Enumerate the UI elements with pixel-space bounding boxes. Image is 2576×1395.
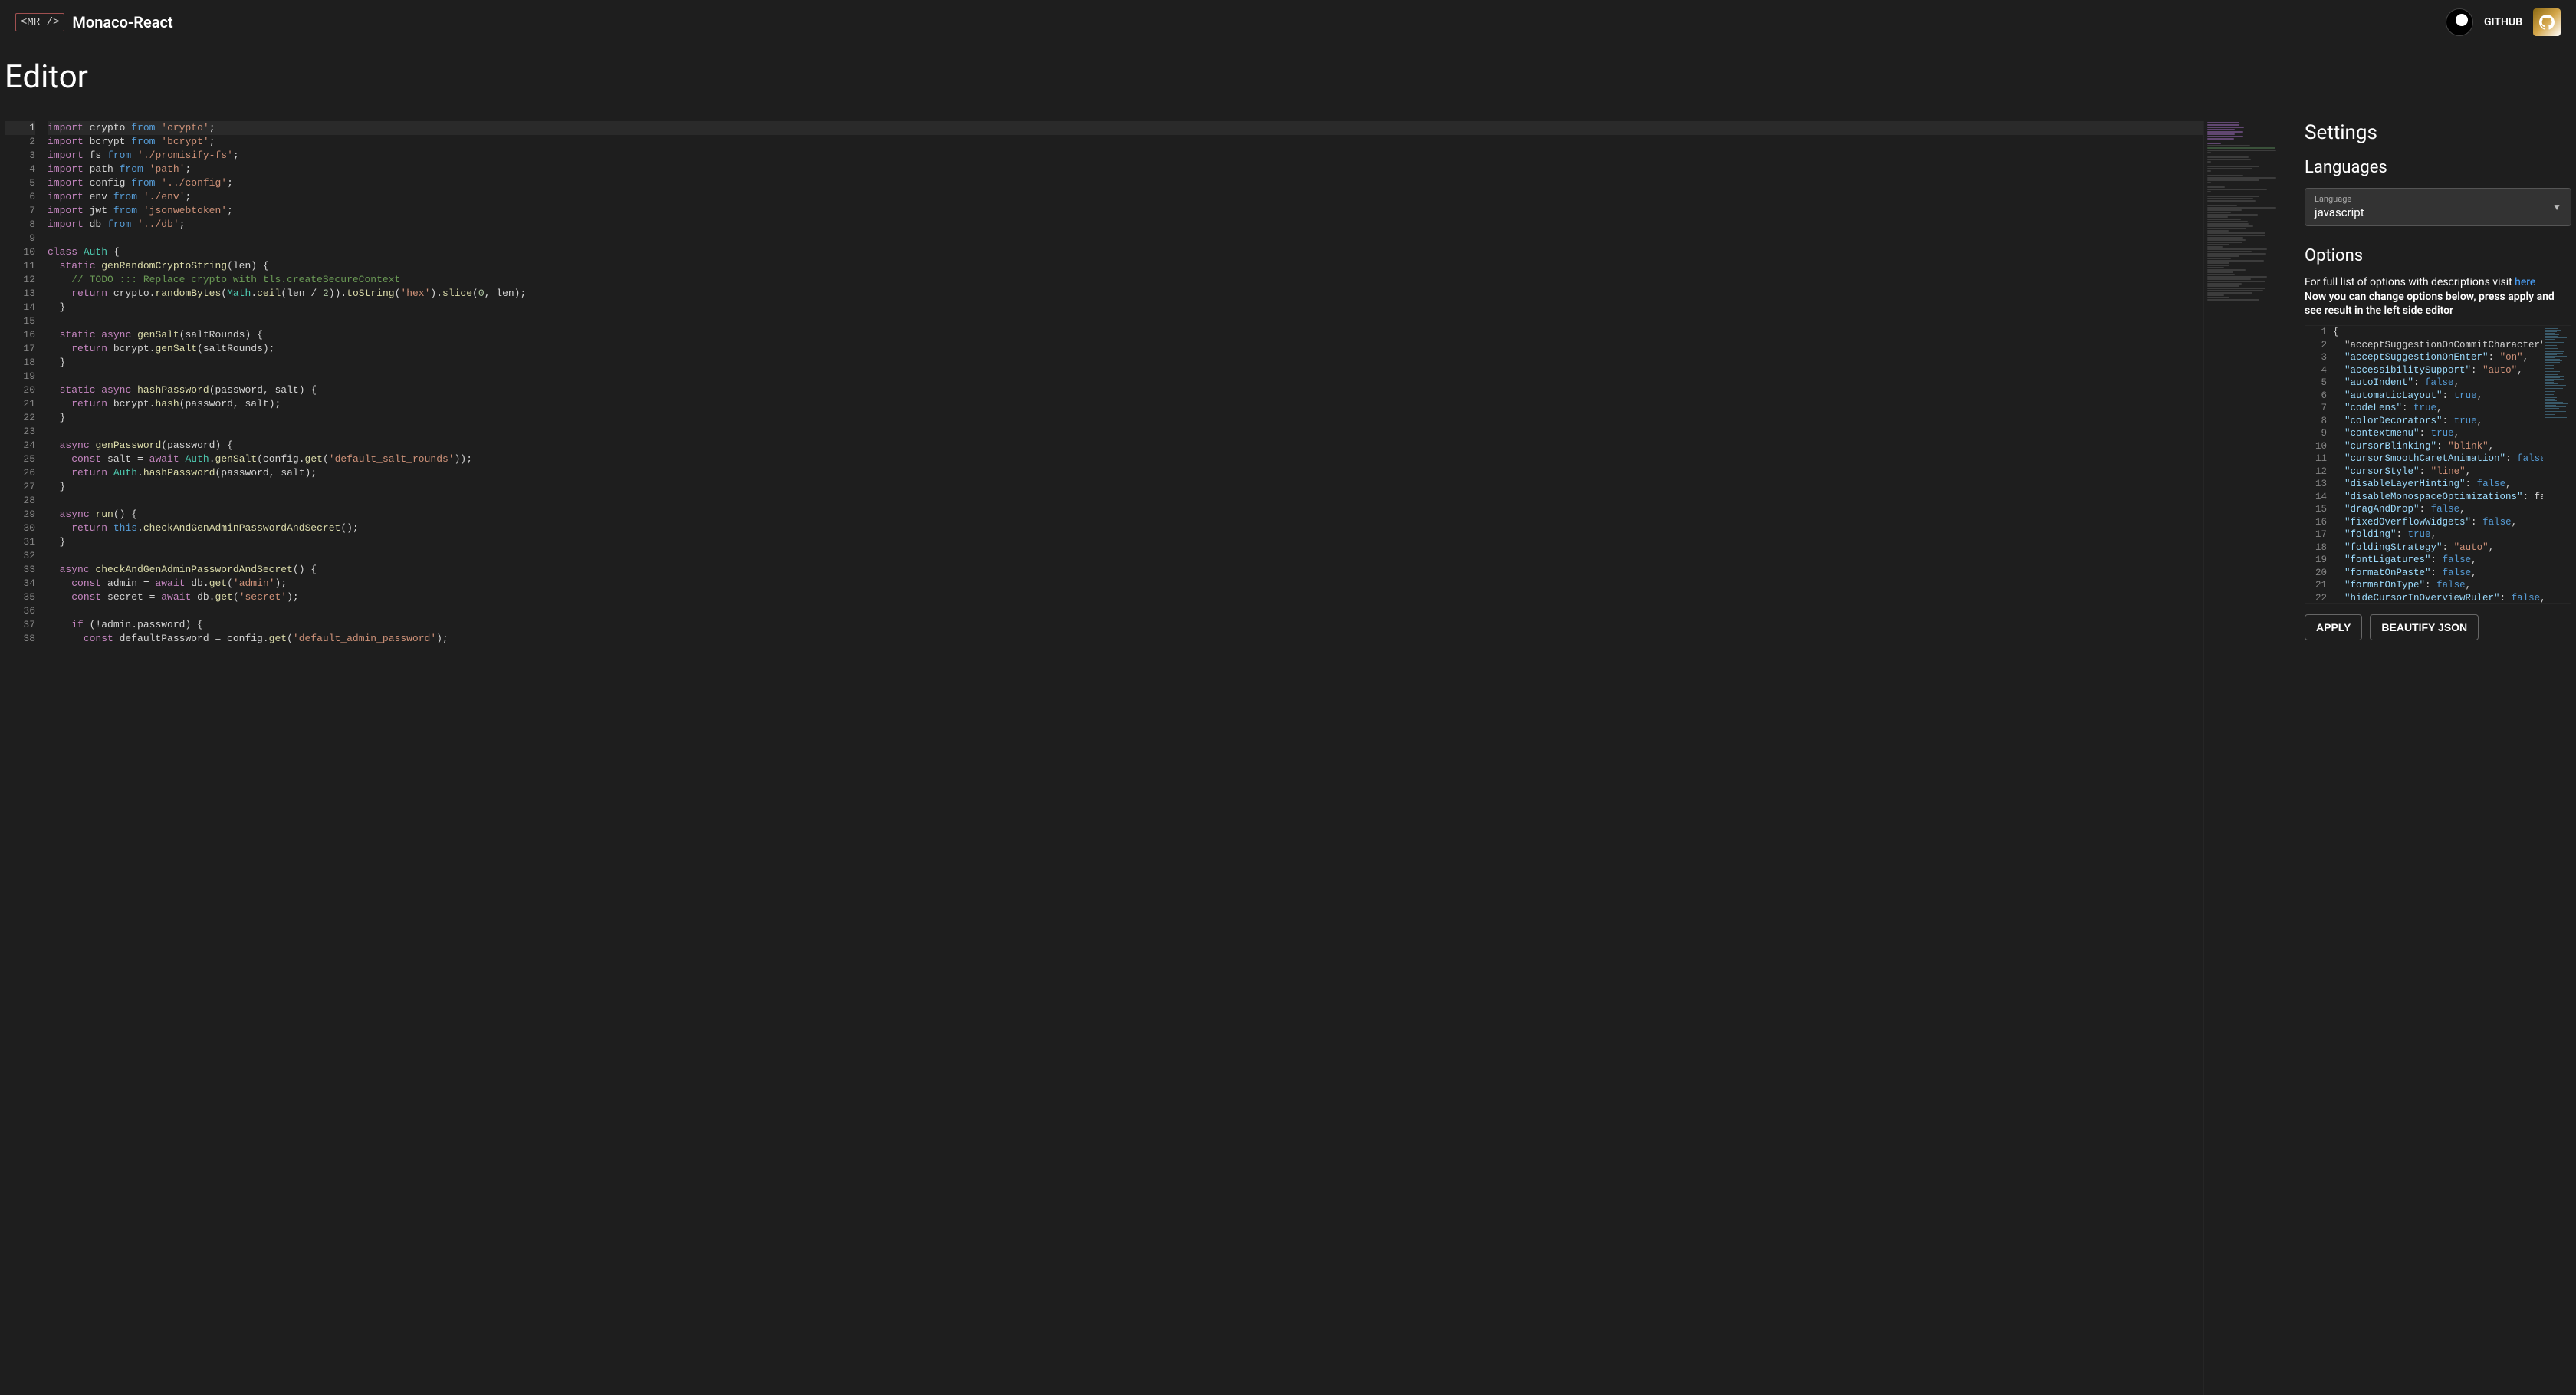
editor-body[interactable]: import crypto from 'crypto';import bcryp… [48, 121, 2203, 1395]
options-json-editor[interactable]: 12345678910111213141516171819202122 { "a… [2305, 325, 2571, 604]
main-editor[interactable]: 1234567891011121314151617181920212223242… [5, 121, 2288, 1395]
chevron-down-icon: ▼ [2552, 202, 2561, 212]
editor-minimap[interactable] [2203, 121, 2288, 1395]
options-instructions: Now you can change options below, press … [2305, 290, 2571, 317]
main-layout: 1234567891011121314151617181920212223242… [0, 121, 2576, 1395]
page-title: Editor [0, 44, 2576, 100]
header-left: <MR /> Monaco-React [15, 13, 173, 31]
editor-gutter: 1234567891011121314151617181920212223242… [5, 121, 48, 1395]
language-field-label: Language [2315, 194, 2561, 204]
json-gutter: 12345678910111213141516171819202122 [2305, 326, 2333, 603]
github-avatar-icon[interactable] [2533, 8, 2561, 36]
settings-buttons: APPLY BEAUTIFY JSON [2305, 614, 2571, 640]
language-select[interactable]: Language javascript ▼ [2305, 188, 2571, 226]
github-link[interactable]: GITHUB [2484, 16, 2522, 28]
logo-badge: <MR /> [15, 13, 64, 31]
apply-button[interactable]: APPLY [2305, 614, 2362, 640]
header-right: GITHUB [2446, 8, 2561, 36]
options-hint: For full list of options with descriptio… [2305, 276, 2571, 288]
settings-heading: Settings [2305, 121, 2571, 144]
settings-panel: Settings Languages Language javascript ▼… [2288, 121, 2571, 1395]
beautify-json-button[interactable]: BEAUTIFY JSON [2370, 614, 2479, 640]
options-hint-text: For full list of options with descriptio… [2305, 276, 2515, 288]
json-body[interactable]: { "acceptSuggestionOnCommitCharacter" "a… [2333, 326, 2543, 603]
theme-toggle-icon[interactable] [2446, 8, 2473, 36]
json-minimap[interactable] [2543, 326, 2571, 603]
language-value: javascript [2315, 206, 2561, 219]
app-title: Monaco-React [72, 13, 172, 31]
languages-heading: Languages [2305, 158, 2571, 177]
options-here-link[interactable]: here [2515, 276, 2535, 288]
app-header: <MR /> Monaco-React GITHUB [0, 0, 2576, 44]
options-heading: Options [2305, 246, 2571, 265]
